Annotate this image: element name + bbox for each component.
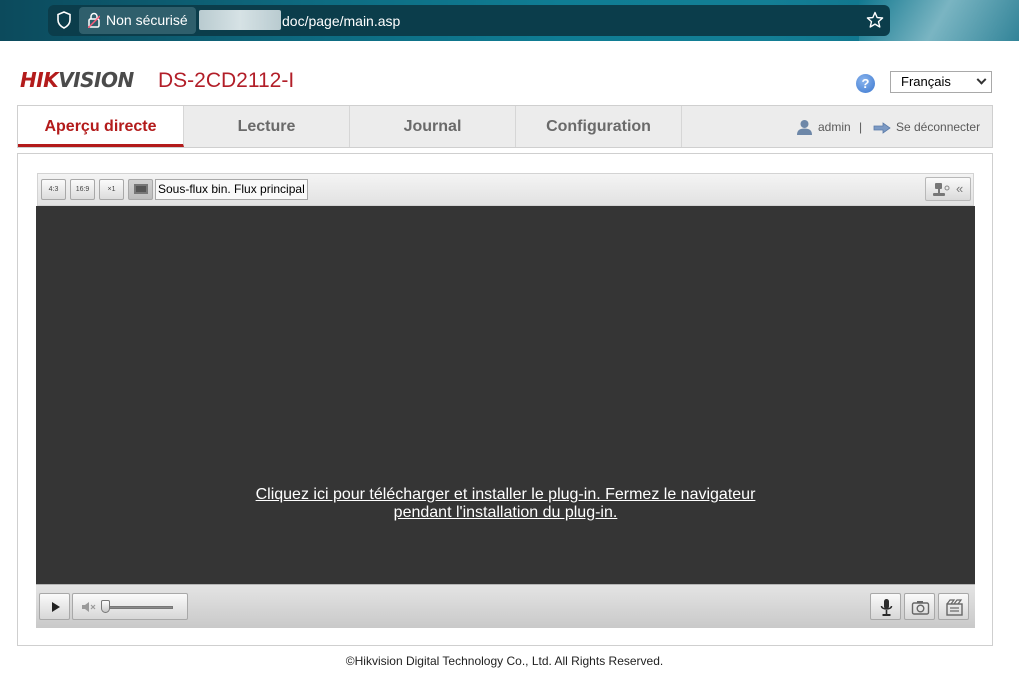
device-model: DS-2CD2112-I [158, 69, 295, 92]
tab-playback[interactable]: Lecture [184, 106, 350, 147]
speaker-mute-icon[interactable] [81, 601, 97, 613]
fit-window-button[interactable] [128, 179, 153, 200]
ratio-4-3-button[interactable]: 4:3 [41, 179, 66, 200]
play-button[interactable] [39, 593, 70, 620]
ratio-original-button[interactable]: ×1 [99, 179, 124, 200]
stream-selector[interactable]: Sous-flux bin. Flux principal [155, 179, 308, 200]
footer-copyright: ©Hikvision Digital Technology Co., Ltd. … [345, 654, 664, 668]
live-view-panel: 4:3 16:9 ×1 Sous-flux bin. Flux principa… [17, 153, 993, 646]
not-secure-label: Non sécurisé [106, 12, 188, 28]
fit-window-icon [133, 184, 148, 195]
tab-log[interactable]: Journal [350, 106, 516, 147]
play-icon [52, 602, 60, 612]
url-host-redacted [199, 10, 281, 30]
collapse-chevrons-icon: « [956, 181, 964, 196]
chevron-down-icon [976, 74, 987, 85]
shield-icon[interactable] [56, 11, 72, 29]
microphone-icon [880, 599, 893, 616]
record-icon [946, 599, 963, 616]
language-value: Français [901, 74, 951, 89]
microphone-button[interactable] [870, 593, 901, 620]
logo-rest-part: VISION [58, 68, 134, 92]
plugin-message-line2: pendant l'installation du plug-in. [393, 504, 618, 521]
logout-link[interactable]: Se déconnecter [896, 119, 980, 135]
ptz-toggle-button[interactable]: « [925, 177, 971, 201]
video-area[interactable]: Cliquez ici pour télécharger et installe… [36, 206, 975, 584]
help-icon[interactable]: ? [856, 74, 875, 93]
hikvision-logo: HIKVISION [20, 68, 134, 92]
playback-control-bar [36, 584, 975, 628]
volume-slider-track[interactable] [103, 606, 173, 609]
ratio-16-9-button[interactable]: 16:9 [70, 179, 95, 200]
plugin-message-line1: Cliquez ici pour télécharger et installe… [255, 486, 756, 503]
logo-red-part: HIK [20, 68, 59, 92]
browser-toolbar: Non sécurisé doc/page/main.asp [0, 0, 1019, 41]
user-icon [797, 120, 812, 135]
main-nav: Aperçu directe Lecture Journal Configura… [17, 105, 993, 148]
language-select[interactable]: Français [890, 71, 992, 93]
user-separator: | [859, 120, 863, 134]
bookmark-star-icon[interactable] [866, 11, 884, 29]
lock-icon [88, 12, 100, 28]
tab-live-view[interactable]: Aperçu directe [18, 106, 184, 147]
url-path[interactable]: doc/page/main.asp [282, 12, 400, 30]
logout-icon[interactable] [873, 122, 891, 134]
view-toolbar: 4:3 16:9 ×1 Sous-flux bin. Flux principa… [37, 173, 974, 206]
volume-slider-thumb[interactable] [101, 600, 110, 613]
ptz-icon [933, 183, 950, 196]
tab-configuration[interactable]: Configuration [516, 106, 682, 147]
volume-control [72, 593, 188, 620]
username: admin [818, 120, 851, 134]
camera-icon [911, 601, 930, 615]
snapshot-button[interactable] [904, 593, 935, 620]
plugin-download-link[interactable]: Cliquez ici pour télécharger et installe… [36, 486, 975, 522]
record-button[interactable] [938, 593, 969, 620]
